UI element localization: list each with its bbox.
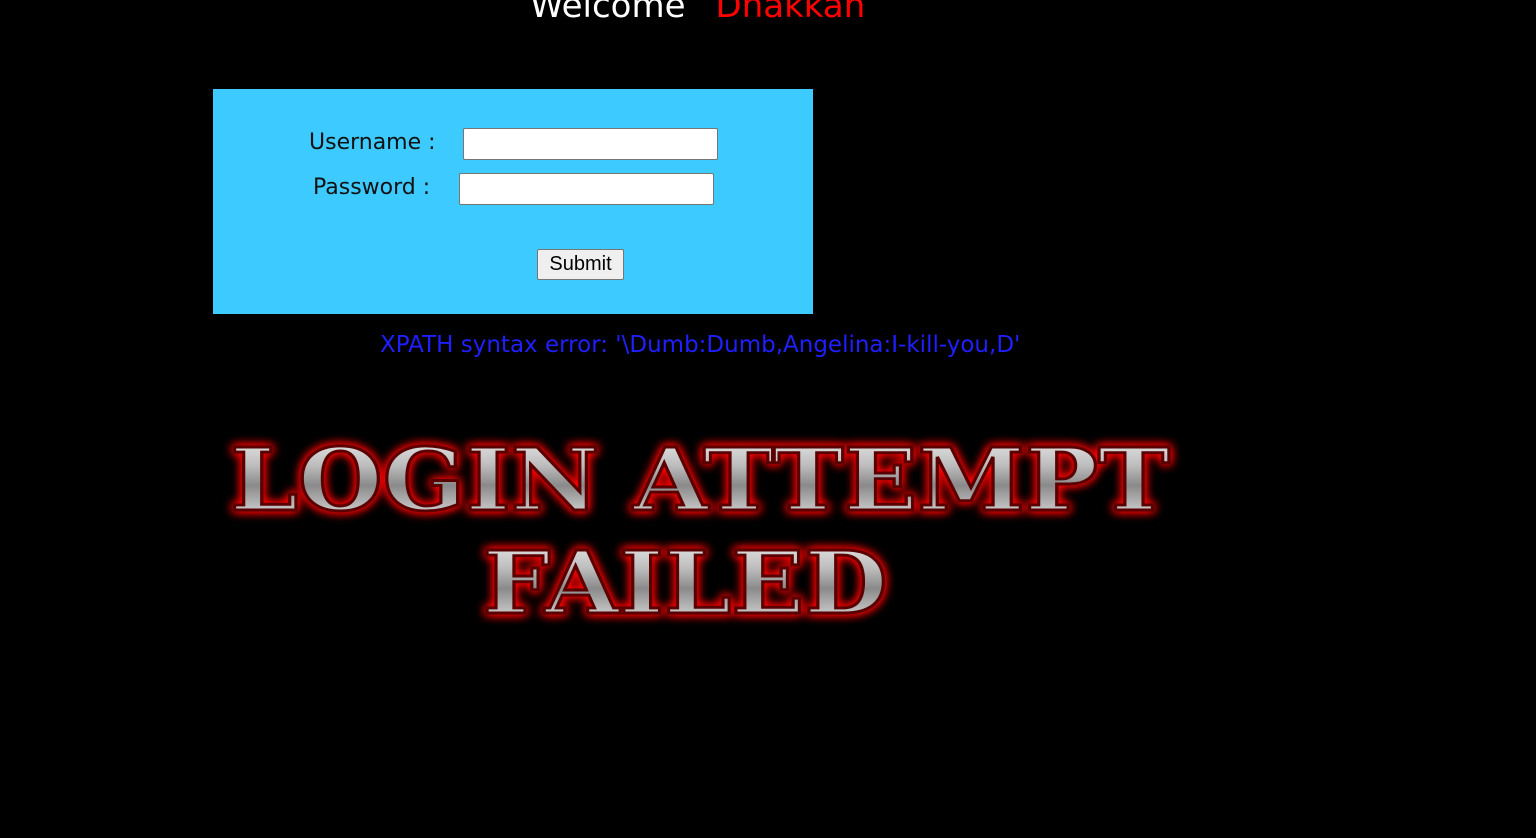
username-input[interactable] <box>463 128 718 160</box>
banner-line1: LOGIN ATTEMPT <box>230 430 1170 531</box>
login-failed-banner-image: LOGIN ATTEMPT FAILED <box>229 429 1172 636</box>
login-form: Username : Password : Submit <box>213 89 813 314</box>
welcome-heading: Welcome Dhakkan <box>530 0 865 26</box>
welcome-name: Dhakkan <box>715 0 866 26</box>
page: Welcome Dhakkan Username : Password : Sub… <box>0 0 1536 838</box>
banner-line2: FAILED <box>483 533 888 634</box>
welcome-word: Welcome <box>530 0 686 26</box>
submit-button[interactable]: Submit <box>537 249 624 280</box>
login-failed-banner: LOGIN ATTEMPT FAILED <box>205 408 1195 638</box>
username-label: Username : <box>309 130 436 155</box>
password-label: Password : <box>313 175 431 200</box>
error-message: XPATH syntax error: '\Dumb:Dumb,Angelina… <box>380 332 1021 358</box>
password-input[interactable] <box>459 173 714 205</box>
